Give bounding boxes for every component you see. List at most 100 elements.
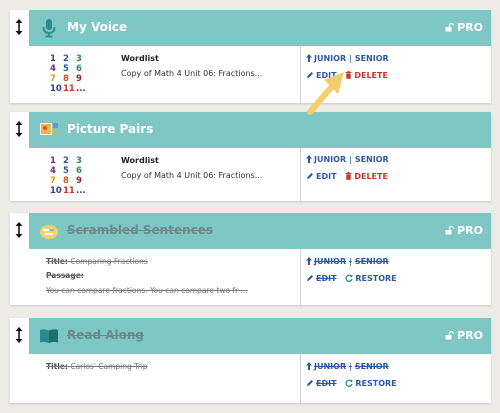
number-cell: 9 bbox=[76, 74, 82, 84]
number-cell: 3 bbox=[76, 54, 82, 64]
number-cell: 6 bbox=[76, 64, 82, 74]
pencil-icon bbox=[307, 173, 313, 179]
level-up-icon bbox=[306, 362, 312, 370]
card-body: Title: Comparing Fractions Passage: You … bbox=[29, 249, 491, 305]
edit-label: EDIT bbox=[316, 274, 337, 283]
unlock-icon bbox=[445, 23, 454, 32]
card-body: 1 2 3 4 5 6 7 8 9 1011... Wordlist Copy of Math 4… bbox=[29, 46, 491, 103]
drag-handle-icon[interactable] bbox=[13, 19, 25, 35]
number-cell: 7 bbox=[50, 74, 56, 84]
drag-handle-icon[interactable] bbox=[13, 327, 25, 343]
number-cell: 2 bbox=[63, 156, 69, 166]
number-cell: 4 bbox=[50, 166, 56, 176]
levels-row: JUNIOR | SENIOR bbox=[306, 155, 389, 164]
activity-card-scrambled-sentences: Scrambled Sentences PRO Title: Comparing… bbox=[10, 213, 491, 305]
edit-delete-row: EDIT DELETE bbox=[306, 172, 388, 181]
passage-meta-label: Passage: bbox=[46, 271, 84, 280]
pencil-icon bbox=[307, 275, 313, 281]
pencil-icon bbox=[307, 380, 313, 386]
restore-button[interactable]: RESTORE bbox=[345, 379, 397, 388]
delete-label: DELETE bbox=[354, 71, 388, 80]
trash-icon bbox=[345, 172, 352, 180]
numbers-row: 456 bbox=[50, 166, 90, 176]
number-cell: 10 bbox=[50, 186, 62, 196]
card-header: Scrambled Sentences PRO bbox=[29, 213, 491, 249]
divider bbox=[300, 354, 301, 403]
wordlist-value: Copy of Math 4 Unit 06: Fractions... bbox=[121, 69, 263, 78]
level-up-icon bbox=[306, 155, 312, 163]
junior-link[interactable]: JUNIOR bbox=[314, 257, 346, 266]
wordlist-label: Wordlist bbox=[121, 54, 159, 63]
levels-row: JUNIOR | SENIOR bbox=[306, 362, 389, 371]
divider bbox=[300, 148, 301, 201]
level-up-icon bbox=[306, 257, 312, 265]
picture-pairs-icon bbox=[40, 123, 58, 135]
restore-button[interactable]: RESTORE bbox=[345, 274, 397, 283]
card-header: My Voice PRO bbox=[29, 10, 491, 46]
junior-link[interactable]: JUNIOR bbox=[314, 362, 346, 371]
activity-card-picture-pairs: Picture Pairs 1 2 3 4 5 6 7 8 9 1011... Wordlist … bbox=[10, 112, 491, 201]
pro-badge: PRO bbox=[445, 21, 483, 34]
senior-link[interactable]: SENIOR bbox=[355, 54, 389, 63]
restore-label: RESTORE bbox=[355, 379, 397, 388]
number-cell: 8 bbox=[63, 74, 69, 84]
number-cell: 8 bbox=[63, 176, 69, 186]
junior-link[interactable]: JUNIOR bbox=[314, 54, 346, 63]
edit-label: EDIT bbox=[316, 379, 337, 388]
pointer-arrow-icon bbox=[307, 72, 344, 115]
edit-button[interactable]: EDIT bbox=[306, 274, 337, 283]
senior-link[interactable]: SENIOR bbox=[355, 257, 389, 266]
number-cell: ... bbox=[76, 186, 86, 196]
card-header: Picture Pairs bbox=[29, 112, 491, 148]
pro-label: PRO bbox=[457, 329, 483, 342]
level-up-icon bbox=[306, 54, 312, 62]
divider bbox=[300, 249, 301, 305]
numbers-grid: 1 2 3 4 5 6 7 8 9 1011... bbox=[50, 54, 90, 94]
levels-row: JUNIOR | SENIOR bbox=[306, 54, 389, 63]
pro-badge: PRO bbox=[445, 329, 483, 342]
junior-link[interactable]: JUNIOR bbox=[314, 155, 346, 164]
edit-restore-row: EDIT RESTORE bbox=[306, 379, 397, 388]
number-cell: 1 bbox=[50, 54, 56, 64]
delete-button[interactable]: DELETE bbox=[345, 71, 388, 80]
delete-button[interactable]: DELETE bbox=[345, 172, 388, 181]
number-cell: 7 bbox=[50, 176, 56, 186]
senior-link[interactable]: SENIOR bbox=[355, 155, 389, 164]
number-cell: 11 bbox=[63, 84, 75, 94]
number-cell: ... bbox=[76, 84, 86, 94]
number-cell: 6 bbox=[76, 166, 82, 176]
number-cell: 2 bbox=[63, 54, 69, 64]
number-cell: 1 bbox=[50, 156, 56, 166]
senior-link[interactable]: SENIOR bbox=[355, 362, 389, 371]
restore-icon bbox=[345, 379, 354, 387]
drag-handle-icon[interactable] bbox=[13, 222, 25, 238]
pro-label: PRO bbox=[457, 21, 483, 34]
number-cell: 9 bbox=[76, 176, 82, 186]
numbers-grid: 1 2 3 4 5 6 7 8 9 1011... bbox=[50, 156, 90, 196]
title-meta-value: Comparing Fractions bbox=[70, 257, 148, 266]
passage-preview: You can compare fractions. You can compa… bbox=[46, 286, 248, 295]
title-meta-label: Title: bbox=[46, 257, 68, 266]
card-title: Picture Pairs bbox=[67, 122, 154, 136]
edit-button[interactable]: EDIT bbox=[306, 379, 337, 388]
levels-row: JUNIOR | SENIOR bbox=[306, 257, 389, 266]
title-meta-value: Carlos' Camping Trip bbox=[70, 362, 148, 371]
card-header: Read Along PRO bbox=[29, 318, 491, 354]
title-meta: Title: Comparing Fractions bbox=[46, 257, 148, 266]
numbers-row: 789 bbox=[50, 74, 90, 84]
book-icon bbox=[40, 329, 58, 343]
edit-restore-row: EDIT RESTORE bbox=[306, 274, 397, 283]
unlock-icon bbox=[445, 226, 454, 235]
microphone-icon bbox=[42, 19, 56, 38]
numbers-row: 456 bbox=[50, 64, 90, 74]
title-meta: Title: Carlos' Camping Trip bbox=[46, 362, 148, 371]
card-title: Scrambled Sentences bbox=[67, 223, 214, 237]
number-cell: 4 bbox=[50, 64, 56, 74]
wordlist-label: Wordlist bbox=[121, 156, 159, 165]
pro-label: PRO bbox=[457, 224, 483, 237]
drag-handle-icon[interactable] bbox=[13, 121, 25, 137]
card-body: 1 2 3 4 5 6 7 8 9 1011... Wordlist Copy of Math 4… bbox=[29, 148, 491, 201]
number-cell: 10 bbox=[50, 84, 62, 94]
number-cell: 11 bbox=[63, 186, 75, 196]
edit-button[interactable]: EDIT bbox=[306, 172, 337, 181]
